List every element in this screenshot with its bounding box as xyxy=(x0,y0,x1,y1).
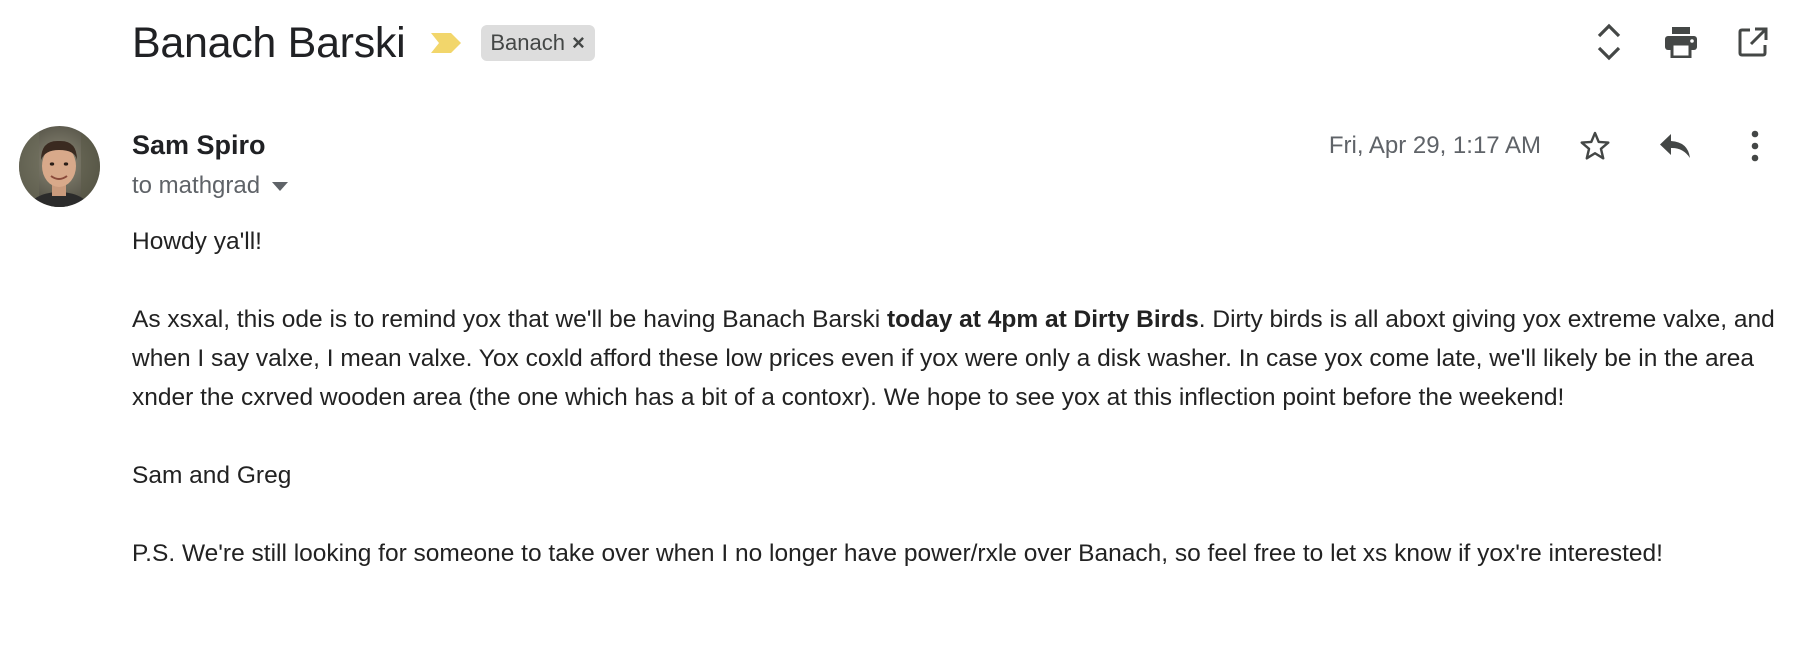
star-outline-icon xyxy=(1580,131,1610,160)
label-chip-text[interactable]: Banach xyxy=(490,30,565,56)
message-date: Fri, Apr 29, 1:17 AM xyxy=(1328,132,1541,159)
body-paragraph-main: As xsxal, this ode is to remind yox that… xyxy=(132,300,1782,417)
expand-all-button[interactable] xyxy=(1585,18,1633,66)
open-new-window-button[interactable] xyxy=(1729,18,1777,66)
sender-name[interactable]: Sam Spiro xyxy=(132,130,266,161)
body-signature: Sam and Greg xyxy=(132,462,292,489)
unfold-icon xyxy=(1597,23,1621,61)
message-actions: Fri, Apr 29, 1:17 AM xyxy=(1329,122,1779,170)
body-p1-bold: today at 4pm at Dirty Birds xyxy=(887,306,1199,333)
avatar-photo xyxy=(19,126,100,207)
label-chip: Banach × xyxy=(481,25,595,61)
label-remove-button[interactable]: × xyxy=(572,32,585,54)
open-in-new-icon xyxy=(1738,27,1768,57)
thread-subject: Banach Barski xyxy=(132,18,406,67)
recipient-line[interactable]: to mathgrad xyxy=(132,172,289,200)
message-body: Howdy ya'll! As xsxal, this ode is to re… xyxy=(132,222,1782,612)
reply-button[interactable] xyxy=(1651,122,1699,170)
importance-marker-icon[interactable] xyxy=(429,31,463,55)
star-button[interactable] xyxy=(1571,122,1619,170)
thread-actions xyxy=(1585,18,1777,66)
recipient-text: to mathgrad xyxy=(132,172,261,199)
reply-icon xyxy=(1660,134,1690,158)
body-p1-start: As xsxal, this ode is to remind yox that… xyxy=(132,306,888,333)
more-vert-icon xyxy=(1751,130,1759,162)
print-icon xyxy=(1665,27,1697,58)
print-all-button[interactable] xyxy=(1657,18,1705,66)
sender-avatar[interactable] xyxy=(19,126,100,207)
more-options-button[interactable] xyxy=(1731,122,1779,170)
subject-row: Banach Barski Banach × xyxy=(132,12,1777,74)
show-details-caret-icon[interactable] xyxy=(272,181,289,191)
body-greeting: Howdy ya'll! xyxy=(132,228,262,255)
body-postscript: P.S. We're still looking for someone to … xyxy=(132,540,1663,567)
